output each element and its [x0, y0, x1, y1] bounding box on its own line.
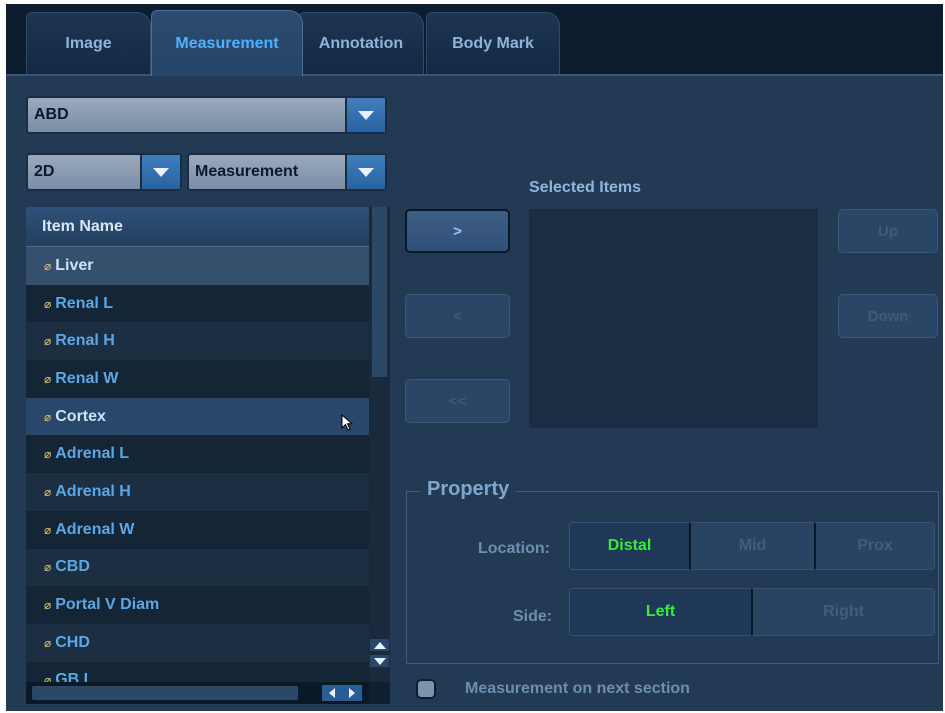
side-label: Side:	[513, 608, 553, 625]
tab-measurement[interactable]: Measurement	[151, 10, 303, 76]
tab-annotation[interactable]: Annotation	[298, 12, 424, 74]
list-item[interactable]: ⌀ Renal H	[26, 322, 369, 361]
property-title: Property	[421, 478, 516, 501]
list-item-label: Adrenal L	[55, 445, 130, 463]
item-list: Item Name ⌀ Liver ⌀ Renal L ⌀ Renal H ⌀ Rena…	[26, 207, 390, 704]
ruler-icon: ⌀	[44, 635, 52, 650]
measurement-setup-window: Image Annotation Body Mark Measurement A…	[6, 4, 943, 711]
next-section-checkbox[interactable]	[416, 679, 436, 699]
add-item-button[interactable]: >	[405, 209, 510, 253]
remove-item-button[interactable]: <	[405, 294, 510, 338]
list-item[interactable]: ⌀ Adrenal W	[26, 510, 369, 549]
mode-value: 2D	[34, 163, 55, 180]
side-right-option[interactable]: Right	[751, 588, 935, 636]
mode-dropdown[interactable]: 2D	[26, 153, 182, 191]
chevron-down-icon[interactable]	[140, 155, 180, 189]
horizontal-scroll-buttons[interactable]	[322, 685, 362, 701]
list-item-label: CBD	[55, 558, 90, 576]
list-item[interactable]: ⌀ Renal L	[26, 284, 369, 323]
list-item-label: CHD	[55, 633, 90, 651]
remove-all-button[interactable]: <<	[405, 379, 510, 423]
mouse-cursor-icon	[341, 414, 354, 431]
list-item-label: Renal W	[55, 369, 119, 387]
chevron-down-icon[interactable]	[345, 155, 385, 189]
ruler-icon: ⌀	[44, 371, 52, 386]
scroll-up-icon[interactable]	[370, 639, 389, 651]
list-item[interactable]: ⌀ Portal V Diam	[26, 586, 369, 624]
list-item-label: Adrenal W	[55, 520, 135, 538]
list-item[interactable]: ⌀ CHD	[26, 623, 369, 662]
list-item[interactable]: ⌀ Adrenal H	[26, 473, 369, 511]
exam-type-value: ABD	[34, 106, 69, 123]
ruler-icon: ⌀	[44, 409, 52, 424]
list-item-label: Adrenal H	[55, 482, 131, 500]
scrollbar-thumb[interactable]	[372, 207, 387, 377]
ruler-icon: ⌀	[44, 334, 52, 349]
tab-bar: Image Annotation Body Mark Measurement	[6, 4, 943, 76]
ruler-icon: ⌀	[44, 598, 52, 613]
scroll-right-icon[interactable]	[349, 688, 355, 698]
ruler-icon: ⌀	[44, 522, 52, 537]
property-group	[406, 491, 939, 664]
scroll-left-icon[interactable]	[329, 688, 335, 698]
tab-label: Measurement	[175, 34, 279, 52]
tab-label: Body Mark	[452, 34, 534, 52]
list-item[interactable]: ⌀ CBD	[26, 548, 369, 587]
move-down-button[interactable]: Down	[838, 294, 938, 338]
next-section-label: Measurement on next section	[465, 680, 690, 697]
scrollbar-thumb[interactable]	[32, 686, 298, 700]
list-item-label: Renal H	[55, 332, 115, 350]
ruler-icon: ⌀	[44, 484, 52, 499]
scroll-down-icon[interactable]	[370, 655, 389, 667]
tab-label: Annotation	[318, 34, 404, 52]
list-item-label: Cortex	[55, 407, 106, 425]
selected-items-list[interactable]	[529, 209, 818, 428]
ruler-icon: ⌀	[44, 258, 52, 273]
location-distal-option[interactable]: Distal	[569, 522, 690, 570]
chevron-down-icon[interactable]	[345, 98, 385, 132]
list-item[interactable]: ⌀ Liver	[26, 247, 369, 285]
list-rows: ⌀ Liver ⌀ Renal L ⌀ Renal H ⌀ Renal W ⌀ Corte…	[26, 247, 369, 700]
list-item[interactable]: ⌀ Adrenal L	[26, 435, 369, 474]
selected-items-title: Selected Items	[529, 179, 642, 196]
location-label: Location:	[478, 540, 550, 557]
list-item-label: Renal L	[55, 294, 114, 312]
tab-image[interactable]: Image	[26, 12, 151, 74]
side-left-option[interactable]: Left	[569, 588, 752, 636]
tab-body-mark[interactable]: Body Mark	[426, 12, 560, 74]
location-mid-option[interactable]: Mid	[689, 522, 815, 570]
move-up-button[interactable]: Up	[838, 209, 938, 253]
list-item-label: Portal V Diam	[55, 596, 160, 614]
list-item-label: Liver	[55, 256, 94, 274]
location-prox-option[interactable]: Prox	[814, 522, 935, 570]
list-header-item-name: Item Name	[26, 207, 369, 247]
ruler-icon: ⌀	[44, 447, 52, 462]
measure-type-dropdown[interactable]: Measurement	[187, 153, 387, 191]
list-horizontal-scrollbar[interactable]	[26, 682, 369, 704]
list-item[interactable]: ⌀ Cortex	[26, 397, 369, 436]
list-vertical-scrollbar[interactable]	[369, 207, 390, 682]
ruler-icon: ⌀	[44, 560, 52, 575]
ruler-icon: ⌀	[44, 296, 52, 311]
tab-label: Image	[65, 34, 112, 52]
exam-type-dropdown[interactable]: ABD	[26, 96, 387, 134]
list-item[interactable]: ⌀ Renal W	[26, 360, 369, 398]
measure-type-value: Measurement	[195, 163, 299, 180]
